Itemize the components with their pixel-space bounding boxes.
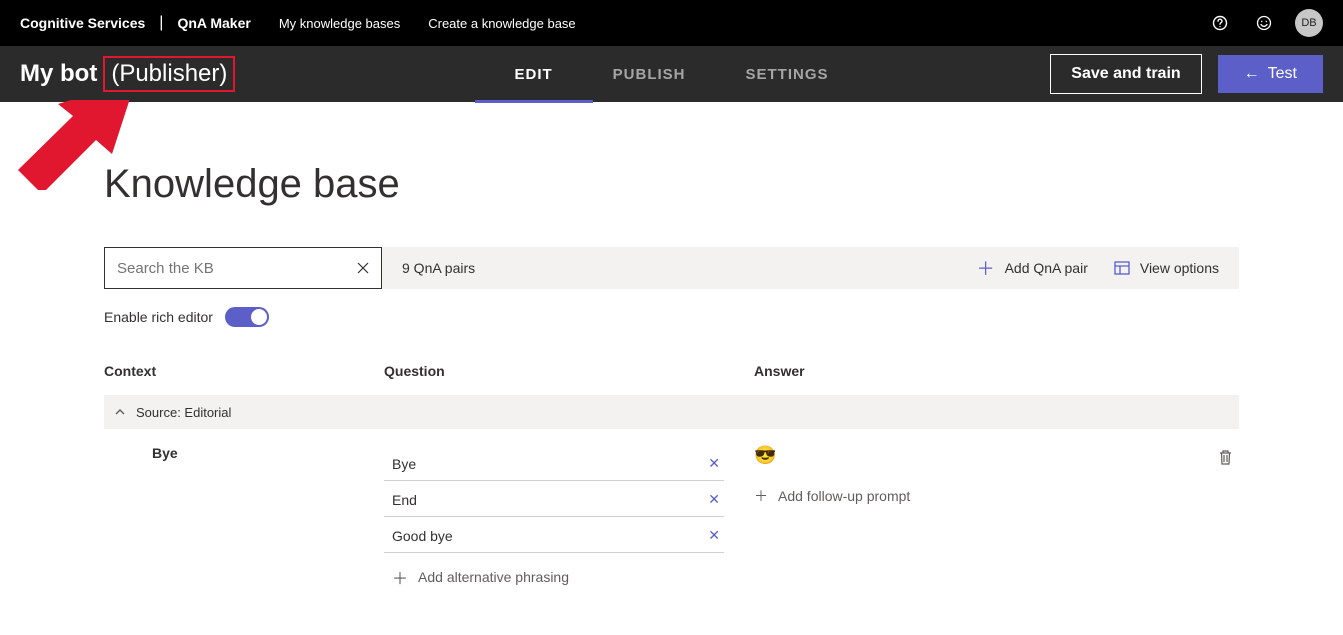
qna-row: Bye Bye ✕ End ✕ Good bye ✕ ＋ Add alterna… bbox=[104, 429, 1239, 589]
answer-emoji[interactable]: 😎 bbox=[754, 445, 1239, 466]
phrase-item[interactable]: Good bye ✕ bbox=[384, 517, 724, 553]
search-input[interactable] bbox=[105, 248, 345, 288]
rich-editor-toggle[interactable] bbox=[225, 307, 269, 327]
column-headers: Context Question Answer bbox=[104, 363, 1239, 379]
remove-phrase-icon[interactable]: ✕ bbox=[708, 455, 720, 472]
qna-questions: Bye ✕ End ✕ Good bye ✕ ＋ Add alternative… bbox=[384, 445, 754, 589]
col-header-answer: Answer bbox=[754, 363, 1239, 379]
tabs: EDIT PUBLISH SETTINGS bbox=[514, 46, 828, 102]
brand-divider: | bbox=[159, 14, 163, 32]
col-header-context: Context bbox=[104, 363, 384, 379]
page-title: Knowledge base bbox=[104, 162, 1239, 207]
add-qna-pair-label: Add QnA pair bbox=[1005, 260, 1088, 276]
tab-settings[interactable]: SETTINGS bbox=[746, 46, 829, 102]
phrase-item[interactable]: End ✕ bbox=[384, 481, 724, 517]
col-header-question: Question bbox=[384, 363, 754, 379]
search-wrap bbox=[104, 247, 382, 289]
add-qna-pair-button[interactable]: ＋ Add QnA pair bbox=[977, 255, 1088, 281]
kb-toolbar: 9 QnA pairs ＋ Add QnA pair View options bbox=[104, 247, 1239, 289]
remove-phrase-icon[interactable]: ✕ bbox=[708, 527, 720, 544]
phrase-text: End bbox=[392, 492, 417, 508]
nav-create-kb[interactable]: Create a knowledge base bbox=[428, 16, 575, 31]
rich-editor-toggle-row: Enable rich editor bbox=[104, 307, 1239, 327]
search-clear-icon[interactable] bbox=[345, 261, 381, 275]
view-options-icon bbox=[1114, 261, 1130, 275]
brand-qnamaker[interactable]: QnA Maker bbox=[177, 15, 250, 31]
phrase-text: Good bye bbox=[392, 528, 453, 544]
toolbar-right: 9 QnA pairs ＋ Add QnA pair View options bbox=[382, 247, 1239, 289]
kb-title-role: (Publisher) bbox=[103, 56, 235, 92]
plus-icon: ＋ bbox=[754, 486, 768, 506]
rich-editor-label: Enable rich editor bbox=[104, 309, 213, 325]
user-avatar[interactable]: DB bbox=[1295, 9, 1323, 37]
test-button[interactable]: ← Test bbox=[1218, 55, 1323, 93]
plus-icon: ＋ bbox=[392, 565, 408, 589]
qna-answer: 😎 ＋ Add follow-up prompt bbox=[754, 445, 1239, 589]
save-train-button[interactable]: Save and train bbox=[1050, 54, 1201, 94]
add-followup-label: Add follow-up prompt bbox=[778, 488, 910, 504]
view-options-label: View options bbox=[1140, 260, 1219, 276]
source-row[interactable]: Source: Editorial bbox=[104, 395, 1239, 429]
test-button-label: Test bbox=[1268, 65, 1297, 83]
add-phrase-label: Add alternative phrasing bbox=[418, 569, 569, 585]
chevron-up-icon bbox=[114, 406, 126, 418]
help-icon[interactable] bbox=[1203, 6, 1237, 40]
qna-pair-count: 9 QnA pairs bbox=[402, 260, 475, 276]
remove-phrase-icon[interactable]: ✕ bbox=[708, 491, 720, 508]
source-label: Source: Editorial bbox=[136, 405, 231, 420]
brand-cognitive-services[interactable]: Cognitive Services bbox=[20, 15, 145, 31]
phrase-item[interactable]: Bye ✕ bbox=[384, 445, 724, 481]
tab-publish[interactable]: PUBLISH bbox=[613, 46, 686, 102]
plus-icon: ＋ bbox=[977, 255, 995, 281]
topbar: Cognitive Services | QnA Maker My knowle… bbox=[0, 0, 1343, 46]
kb-title-name: My bot bbox=[20, 60, 97, 88]
qna-context-title: Bye bbox=[104, 445, 384, 589]
kb-title: My bot (Publisher) bbox=[20, 56, 235, 92]
arrow-left-icon: ← bbox=[1244, 65, 1260, 83]
add-followup-button[interactable]: ＋ Add follow-up prompt bbox=[754, 486, 1239, 506]
add-phrase-button[interactable]: ＋ Add alternative phrasing bbox=[384, 553, 754, 589]
nav-my-kbs[interactable]: My knowledge bases bbox=[279, 16, 400, 31]
view-options-button[interactable]: View options bbox=[1114, 260, 1219, 276]
feedback-icon[interactable] bbox=[1247, 6, 1281, 40]
tab-edit[interactable]: EDIT bbox=[514, 46, 552, 102]
main-content: Knowledge base 9 QnA pairs ＋ Add QnA pai… bbox=[0, 102, 1343, 629]
delete-qna-icon[interactable] bbox=[1218, 449, 1233, 465]
subheader: My bot (Publisher) EDIT PUBLISH SETTINGS… bbox=[0, 46, 1343, 102]
phrase-text: Bye bbox=[392, 456, 416, 472]
